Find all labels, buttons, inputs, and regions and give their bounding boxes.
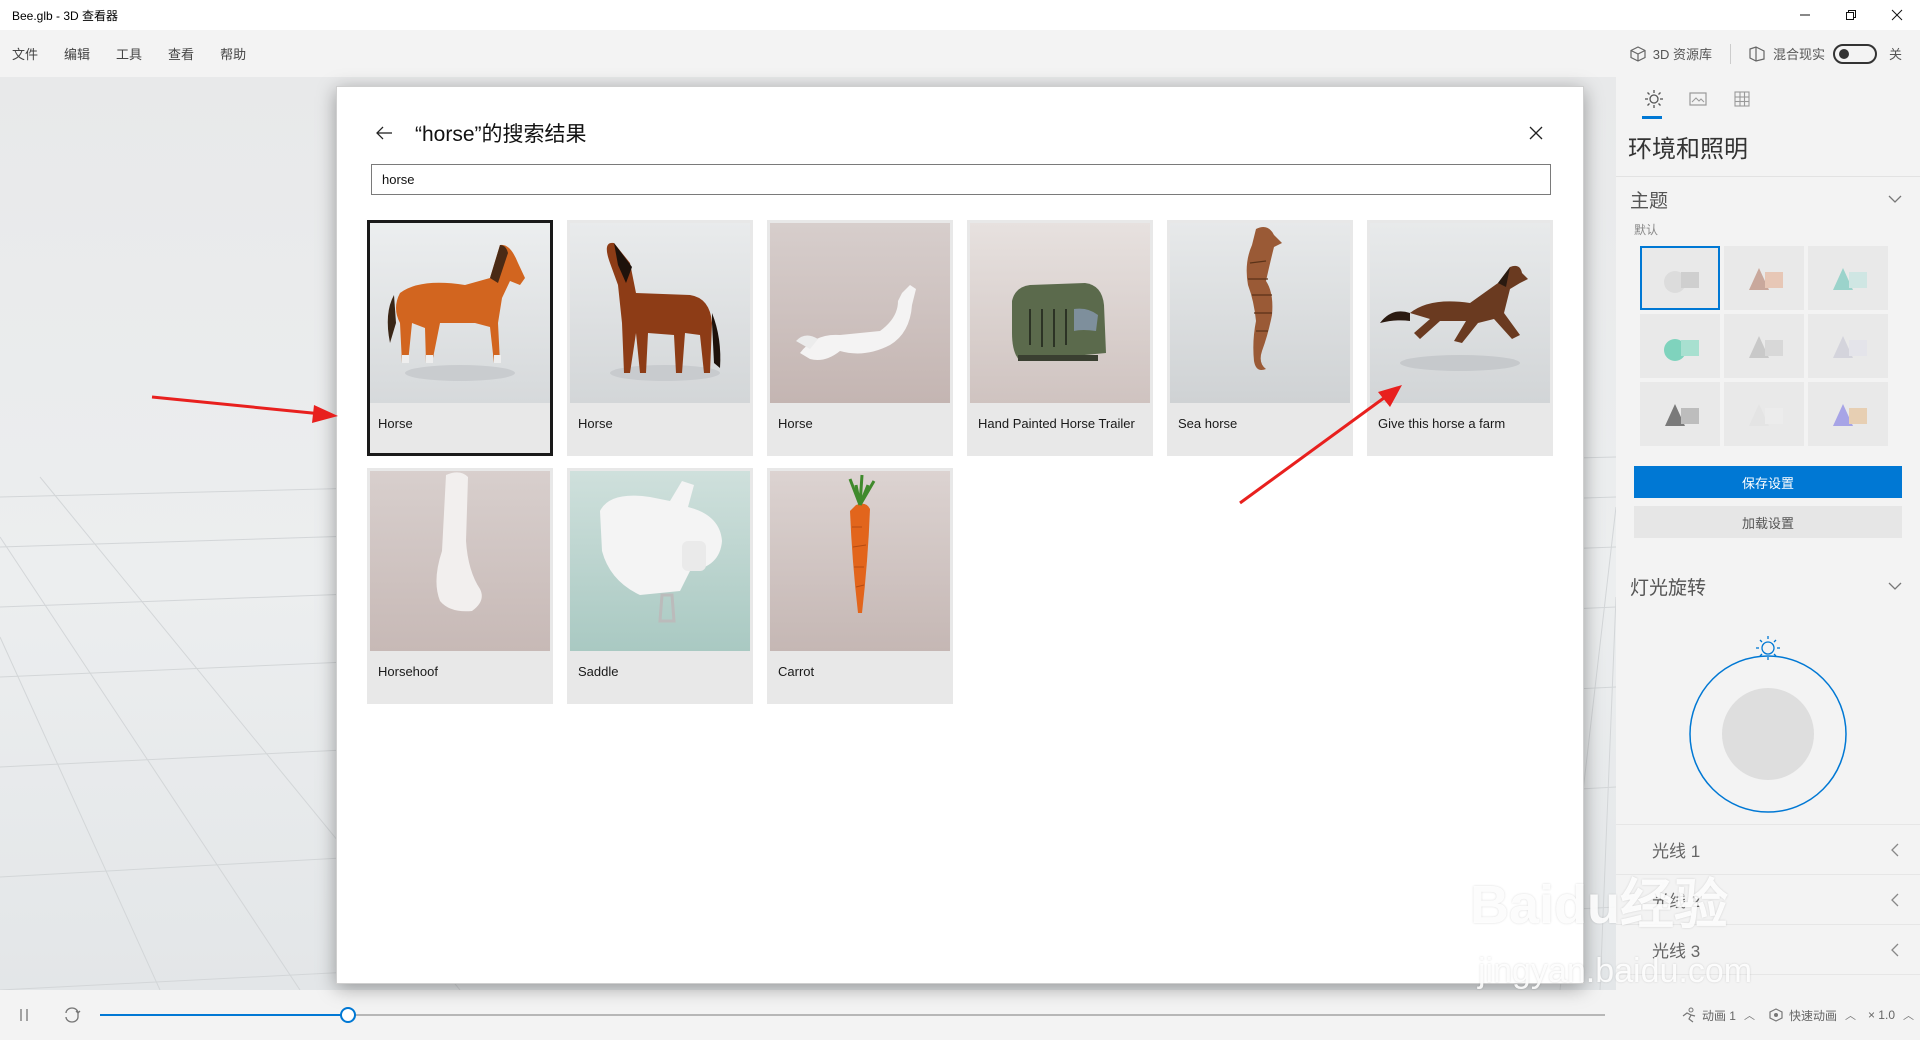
horse-model-icon <box>370 223 550 403</box>
mixed-reality-state: 关 <box>1888 47 1902 62</box>
loop-button[interactable] <box>62 1005 82 1025</box>
quick-animation-label: 快速动画 <box>1788 1008 1837 1023</box>
result-thumbnail <box>570 471 750 651</box>
menu-bar: 文件 编辑 工具 查看 帮助 3D 资源库 混合现实 关 <box>0 30 1920 77</box>
search-input[interactable] <box>371 164 1551 195</box>
watermark-logo: Baidu经验 <box>1470 875 1729 935</box>
close-icon <box>1529 126 1543 140</box>
horse-model-icon <box>570 223 750 403</box>
running-figure-icon <box>1682 1007 1696 1023</box>
result-card[interactable]: Hand Painted Horse Trailer <box>967 220 1153 456</box>
result-card[interactable]: Give this horse a farm <box>1367 220 1553 456</box>
result-card[interactable]: Horse <box>367 220 553 456</box>
hoof-model-icon <box>370 471 550 651</box>
result-card[interactable]: Horse <box>567 220 753 456</box>
result-label: Horse <box>578 416 613 431</box>
menu-divider <box>1729 43 1731 64</box>
result-thumbnail <box>1170 223 1350 403</box>
result-thumbnail <box>770 471 950 651</box>
dialog-close-button[interactable] <box>1521 118 1551 148</box>
dialog-overlay: “horse”的搜索结果 horse Horse Horse Horse Han… <box>0 77 1920 990</box>
timeline-slider[interactable] <box>100 1007 1605 1023</box>
result-thumbnail <box>1370 223 1550 403</box>
chevron-up-icon: ︿ <box>1844 1010 1856 1022</box>
result-card[interactable]: Horse <box>767 220 953 456</box>
trailer-model-icon <box>970 223 1150 403</box>
horse-model-icon <box>770 223 950 403</box>
result-label: Horse <box>378 416 413 431</box>
close-icon <box>1891 9 1903 21</box>
quick-animation-select[interactable]: 快速动画 ︿ <box>1767 1007 1856 1024</box>
search-results-dialog: “horse”的搜索结果 horse Horse Horse Horse Han… <box>336 86 1584 984</box>
result-label: Carrot <box>778 664 815 679</box>
minimize-button[interactable] <box>1782 0 1828 30</box>
menu-right-group: 3D 资源库 混合现实 关 <box>1629 30 1920 77</box>
result-card[interactable]: Sea horse <box>1167 220 1353 456</box>
saddle-model-icon <box>570 471 750 651</box>
speed-label: × 1.0 <box>1867 1008 1895 1022</box>
speed-select[interactable]: × 1.0 ︿ <box>1868 1007 1914 1023</box>
result-thumbnail <box>370 223 550 403</box>
minimize-icon <box>1800 14 1810 16</box>
menu-tools[interactable]: 工具 <box>116 44 142 63</box>
pause-button[interactable] <box>14 1005 34 1025</box>
result-card[interactable]: Carrot <box>767 468 953 704</box>
mixed-reality-icon <box>1749 45 1765 62</box>
menu-help[interactable]: 帮助 <box>220 44 246 63</box>
result-label: Hand Painted Horse Trailer <box>978 416 1135 431</box>
arrow-left-icon <box>376 126 392 140</box>
result-thumbnail <box>970 223 1150 403</box>
result-thumbnail <box>570 223 750 403</box>
3d-library-label: 3D 资源库 <box>1652 47 1712 62</box>
dialog-title: “horse”的搜索结果 <box>415 123 587 146</box>
result-label: Give this horse a farm <box>1378 416 1506 431</box>
timeline-thumb[interactable] <box>340 1007 357 1023</box>
mixed-reality-toggle[interactable] <box>1832 43 1877 64</box>
menu-edit[interactable]: 编辑 <box>64 44 90 63</box>
loop-icon <box>65 1007 81 1023</box>
result-label: Saddle <box>578 664 619 679</box>
window-title: Bee.glb - 3D 查看器 <box>12 8 119 23</box>
mixed-reality-control: 混合现实 关 <box>1747 43 1902 64</box>
3d-library-button[interactable]: 3D 资源库 <box>1629 44 1712 63</box>
title-bar: Bee.glb - 3D 查看器 <box>0 0 1920 30</box>
restore-icon <box>1846 10 1856 20</box>
results-grid: Horse Horse Horse Hand Painted Horse Tra… <box>367 220 1567 716</box>
result-thumbnail <box>770 223 950 403</box>
seahorse-model-icon <box>1170 223 1350 403</box>
animation-label: 动画 1 <box>1701 1008 1736 1023</box>
result-label: Sea horse <box>1178 416 1238 431</box>
mixed-reality-label: 混合现实 <box>1772 47 1825 62</box>
window-controls <box>1782 0 1920 30</box>
restore-button[interactable] <box>1828 0 1874 30</box>
galloping-horse-icon <box>1370 223 1550 403</box>
animation-select[interactable]: 动画 1 ︿ <box>1680 1007 1755 1024</box>
dialog-header: “horse”的搜索结果 <box>369 113 1551 153</box>
cube-icon <box>1630 45 1646 62</box>
carrot-model-icon <box>770 471 950 651</box>
menu-file[interactable]: 文件 <box>12 44 38 63</box>
result-card[interactable]: Horsehoof <box>367 468 553 704</box>
menu-view[interactable]: 查看 <box>168 44 194 63</box>
timeline-progress <box>100 1014 349 1016</box>
watermark-url: jingyan.baidu.com <box>1478 952 1753 990</box>
quick-animation-icon <box>1769 1008 1783 1022</box>
animation-bar: 动画 1 ︿ 快速动画 ︿ × 1.0 ︿ <box>0 990 1920 1040</box>
pause-icon <box>20 1009 28 1021</box>
animation-controls: 动画 1 ︿ 快速动画 ︿ × 1.0 ︿ <box>1668 990 1914 1040</box>
chevron-up-icon: ︿ <box>1743 1010 1755 1022</box>
result-thumbnail <box>370 471 550 651</box>
back-button[interactable] <box>369 118 399 148</box>
result-label: Horse <box>778 416 813 431</box>
result-label: Horsehoof <box>378 664 438 679</box>
chevron-up-icon: ︿ <box>1903 1010 1914 1022</box>
close-window-button[interactable] <box>1874 0 1920 30</box>
result-card[interactable]: Saddle <box>567 468 753 704</box>
